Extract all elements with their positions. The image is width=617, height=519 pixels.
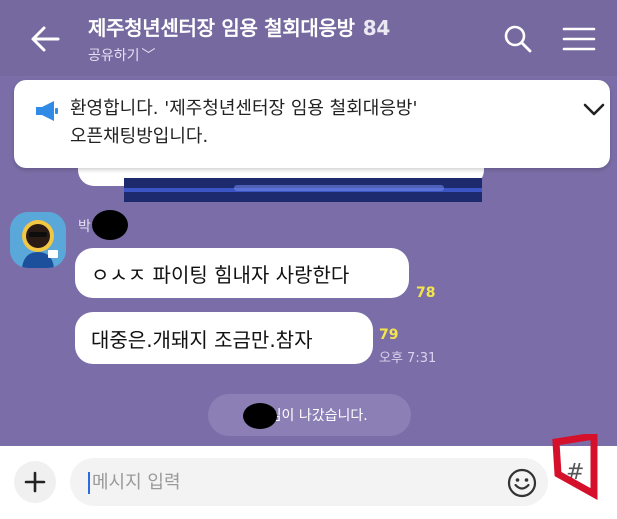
notice-line-1: 환영합니다. '제주청년센터장 임용 철회대응방' bbox=[70, 98, 418, 119]
sender-name: 박 bbox=[78, 210, 138, 240]
redaction-mark bbox=[92, 210, 128, 240]
back-arrow-icon[interactable] bbox=[28, 22, 62, 56]
chat-header: 제주청년센터장 임용 철회대응방 84 공유하기 ﹀ bbox=[0, 0, 617, 76]
notice-line-2: 오픈채팅방입니다. bbox=[70, 126, 209, 147]
message-bubble[interactable]: ㅇㅅㅈ 파이팅 힘내자 사랑한다 bbox=[75, 248, 409, 298]
unread-count: 78 bbox=[416, 285, 436, 301]
chat-title[interactable]: 제주청년센터장 임용 철회대응방 84 bbox=[88, 12, 390, 41]
chevron-down-icon: ﹀ bbox=[141, 48, 156, 64]
megaphone-icon bbox=[36, 101, 58, 121]
share-button[interactable]: 공유하기 ﹀ bbox=[88, 45, 156, 65]
avatar-character-icon bbox=[10, 212, 66, 268]
unread-count: 79 bbox=[379, 327, 399, 343]
plus-icon bbox=[24, 471, 46, 493]
menu-icon[interactable] bbox=[562, 26, 596, 52]
room-name: 제주청년센터장 임용 철회대응방 bbox=[88, 16, 355, 40]
message-bubble[interactable]: 대중은.개돼지 조금만.참자 bbox=[75, 312, 373, 364]
notice-text: 환영합니다. '제주청년센터장 임용 철회대응방' 오픈채팅방입니다. bbox=[70, 95, 550, 151]
member-count: 84 bbox=[362, 16, 391, 40]
message-text: 대중은.개돼지 조금만.참자 bbox=[91, 327, 313, 352]
sender-name-text: 박 bbox=[78, 219, 91, 235]
notice-banner[interactable]: 환영합니다. '제주청년센터장 임용 철회대응방' 오픈채팅방입니다. bbox=[14, 80, 610, 168]
message-time: 오후 7:31 bbox=[379, 351, 437, 366]
text-caret bbox=[88, 472, 90, 494]
message-input[interactable] bbox=[92, 464, 492, 500]
search-icon[interactable] bbox=[503, 24, 533, 54]
chat-area: 제주청년센터장 임용 철회대응방 84 공유하기 ﹀ 환영합니다. '제주청년센터장… bbox=[0, 0, 617, 446]
composer-bar: # bbox=[0, 434, 617, 519]
system-message: 박 님이 나갔습니다. bbox=[208, 394, 411, 436]
emoji-icon[interactable] bbox=[506, 467, 538, 499]
hidden-message-image bbox=[124, 178, 482, 202]
highlight-annotation bbox=[552, 434, 598, 500]
attach-button[interactable] bbox=[14, 461, 56, 503]
message-text: ㅇㅅㅈ 파이팅 힘내자 사랑한다 bbox=[91, 262, 350, 287]
message-input-container[interactable] bbox=[70, 458, 548, 506]
share-label: 공유하기 bbox=[88, 48, 140, 64]
avatar[interactable] bbox=[10, 212, 66, 268]
redaction-mark bbox=[243, 403, 277, 429]
chevron-down-icon[interactable] bbox=[582, 100, 606, 120]
